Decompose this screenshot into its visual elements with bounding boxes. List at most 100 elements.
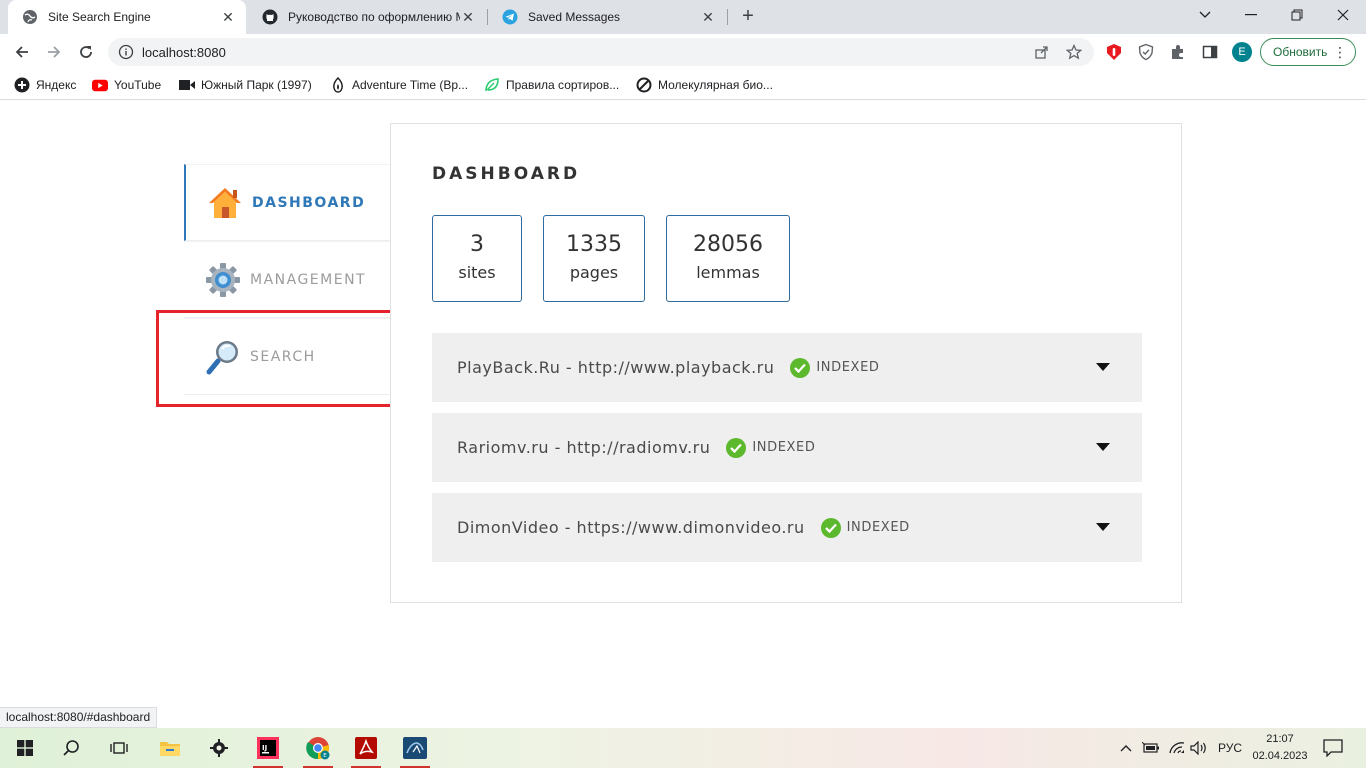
search-icon [63, 740, 79, 756]
close-icon [1337, 9, 1349, 21]
puzzle-extensions-icon[interactable] [1169, 43, 1187, 61]
svg-text:E: E [323, 753, 327, 759]
bookmark-sorting-rules[interactable]: Правила сортиров... [484, 76, 619, 94]
dashboard-panel: DASHBOARD 3 sites 1335 pages 28056 lemma… [390, 123, 1182, 603]
start-button[interactable] [2, 728, 48, 768]
site-name: DimonVideo - https://www.dimonvideo.ru [457, 518, 805, 537]
arrow-right-icon [48, 46, 61, 58]
close-tab-icon[interactable]: ✕ [460, 9, 476, 25]
bookmark-molecular-bio[interactable]: Молекулярная био... [636, 76, 773, 94]
battery-tray-icon[interactable] [1142, 728, 1160, 768]
sidebar-item-dashboard[interactable]: DASHBOARD [184, 164, 390, 241]
stat-label: pages [569, 263, 619, 282]
leaf-icon [484, 77, 500, 93]
notification-center-button[interactable] [1323, 728, 1343, 768]
address-bar[interactable]: localhost:8080 [108, 38, 1094, 66]
share-icon[interactable] [1034, 44, 1050, 60]
show-hidden-icons-button[interactable] [1120, 728, 1132, 768]
site-name: Rariomv.ru - http://radiomv.ru [457, 438, 711, 457]
bookmark-south-park[interactable]: Южный Парк (1997) [179, 76, 312, 94]
sidebar-nav: DASHBOARD MANAGEMENT SEARCH [184, 164, 390, 395]
stat-label: lemmas [696, 263, 760, 282]
tab-search-button[interactable] [1182, 0, 1228, 30]
adblock-extension-icon[interactable] [1105, 43, 1123, 61]
reload-icon [80, 46, 92, 58]
bookmarks-bar: Яндекс YouTube Южный Парк (1997) Adventu… [0, 70, 1366, 100]
tab-saved-messages[interactable]: Saved Messages ✕ [488, 0, 726, 34]
taskbar-file-explorer[interactable] [147, 728, 193, 768]
shield-extension-icon[interactable] [1137, 43, 1155, 61]
restore-button[interactable] [1274, 0, 1320, 30]
home-icon [206, 184, 244, 222]
sidebar-item-management[interactable]: MANAGEMENT [184, 241, 390, 318]
stat-card-pages: 1335 pages [543, 215, 645, 302]
site-row-dimonvideo[interactable]: DimonVideo - https://www.dimonvideo.ru I… [432, 493, 1142, 562]
flame-icon [330, 77, 346, 93]
intellij-idea-icon: IJ [257, 737, 279, 759]
taskbar-chrome[interactable]: E [295, 728, 341, 768]
gear-icon [204, 261, 242, 299]
side-panel-icon[interactable] [1201, 43, 1219, 61]
minimize-button[interactable] [1228, 0, 1274, 30]
language-indicator[interactable]: РУС [1218, 728, 1242, 768]
volume-tray-icon[interactable] [1190, 728, 1208, 768]
info-icon[interactable] [118, 44, 134, 60]
update-browser-button[interactable]: Обновить ⋮ [1260, 38, 1356, 66]
bookmark-label: Южный Парк (1997) [201, 78, 312, 92]
wifi-tray-icon[interactable] [1168, 728, 1186, 768]
status-badge: INDEXED [752, 440, 816, 455]
windows-logo-icon [17, 740, 33, 756]
tab-style-guide[interactable]: Руководство по оформлению М ✕ [248, 0, 486, 34]
plus-circle-icon [14, 77, 30, 93]
task-view-button[interactable] [96, 728, 142, 768]
video-camera-icon [179, 77, 195, 93]
caret-down-icon[interactable] [1096, 443, 1110, 451]
taskbar-search-button[interactable] [48, 728, 94, 768]
bookmark-youtube[interactable]: YouTube [92, 76, 161, 94]
tab-divider [727, 9, 728, 25]
taskbar-settings[interactable] [196, 728, 242, 768]
taskbar-clock[interactable]: 21:07 02.04.2023 [1250, 731, 1310, 765]
caret-down-icon[interactable] [1096, 523, 1110, 531]
taskbar-mysql-workbench[interactable] [392, 728, 438, 768]
site-name: PlayBack.Ru - http://www.playback.ru [457, 358, 775, 377]
page-title: DASHBOARD [432, 164, 581, 184]
star-icon[interactable] [1066, 44, 1082, 60]
reload-button[interactable] [74, 40, 98, 64]
restore-icon [1291, 9, 1303, 21]
close-tab-icon[interactable]: ✕ [220, 9, 236, 25]
bookmark-label: Правила сортиров... [506, 78, 620, 92]
bookmark-yandex[interactable]: Яндекс [14, 76, 76, 94]
github-icon [262, 9, 278, 25]
tab-site-search-engine[interactable]: Site Search Engine ✕ [8, 0, 246, 34]
taskbar-acrobat[interactable] [343, 728, 389, 768]
browser-tab-strip: Site Search Engine ✕ Руководство по офор… [0, 0, 1366, 34]
url-text: localhost:8080 [142, 45, 226, 60]
taskbar-intellij[interactable]: IJ [245, 728, 291, 768]
back-button[interactable] [10, 40, 34, 64]
clock-time: 21:07 [1266, 733, 1294, 745]
notification-icon [1323, 739, 1343, 757]
forward-button[interactable] [42, 40, 66, 64]
sidebar-item-label: DASHBOARD [252, 194, 366, 211]
tab-title: Site Search Engine [48, 10, 151, 24]
browser-toolbar: localhost:8080 E Обновить ⋮ [0, 34, 1366, 70]
new-tab-button[interactable]: + [736, 5, 760, 29]
sidebar-item-label: SEARCH [250, 348, 316, 365]
caret-down-icon[interactable] [1096, 363, 1110, 371]
more-menu-icon[interactable]: ⋮ [1333, 45, 1347, 59]
magnifier-icon [204, 338, 242, 376]
bookmark-adventure-time[interactable]: Adventure Time (Вр... [330, 76, 468, 94]
folder-icon [160, 742, 180, 756]
sidebar-item-label: MANAGEMENT [250, 271, 367, 288]
youtube-icon [92, 77, 108, 93]
close-tab-icon[interactable]: ✕ [700, 9, 716, 25]
site-row-playback[interactable]: PlayBack.Ru - http://www.playback.ru IND… [432, 333, 1142, 402]
chrome-icon: E [306, 737, 330, 760]
globe-icon [22, 9, 38, 25]
close-window-button[interactable] [1320, 0, 1366, 30]
site-row-radiomv[interactable]: Rariomv.ru - http://radiomv.ru INDEXED [432, 413, 1142, 482]
profile-avatar[interactable]: E [1232, 42, 1252, 62]
sidebar-item-search[interactable]: SEARCH [184, 318, 390, 395]
task-view-icon [110, 742, 128, 754]
